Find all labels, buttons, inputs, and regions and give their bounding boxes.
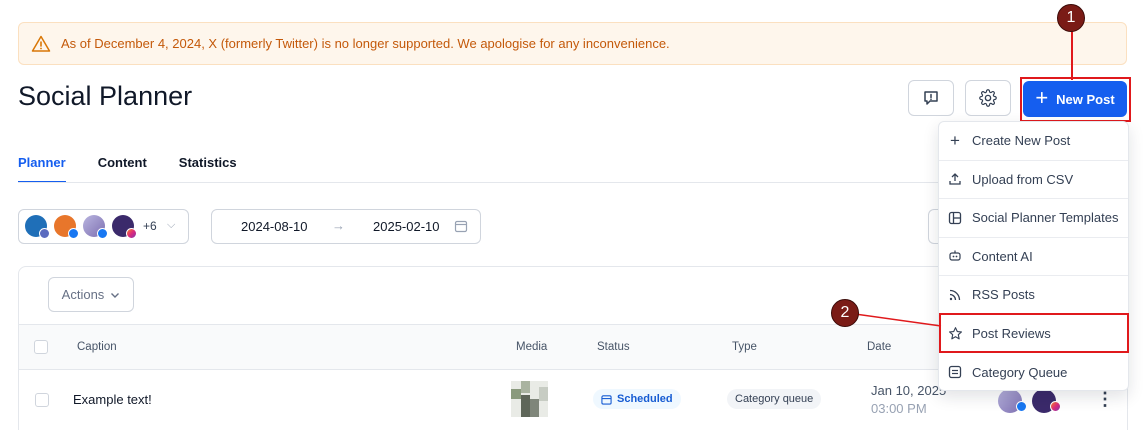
rss-icon — [947, 287, 963, 303]
menu-item-label: Category Queue — [972, 364, 1068, 380]
actions-label: Actions — [61, 287, 105, 302]
menu-item-label: Content AI — [972, 248, 1033, 264]
menu-item-rss-posts[interactable]: RSS Posts — [939, 276, 1128, 315]
date-from[interactable]: 2024-08-10 — [241, 219, 308, 234]
annotation-badge-2: 2 — [831, 299, 859, 327]
menu-item-label: RSS Posts — [972, 287, 1035, 303]
row-time: 03:00 PM — [871, 401, 927, 416]
row-date: Jan 10, 2025 — [871, 383, 947, 398]
status-label: Scheduled — [617, 393, 673, 405]
row-caption: Example text! — [73, 392, 152, 407]
menu-item-templates[interactable]: Social Planner Templates — [939, 199, 1128, 238]
calendar-icon — [601, 394, 612, 405]
highlight-post-reviews — [939, 313, 1129, 353]
menu-item-create-new-post[interactable]: + Create New Post — [939, 122, 1128, 161]
gmb-badge-icon — [39, 228, 50, 239]
menu-item-label: Upload from CSV — [972, 171, 1074, 187]
actions-dropdown[interactable]: Actions — [48, 277, 134, 312]
row-checkbox[interactable] — [35, 393, 49, 407]
column-media: Media — [516, 341, 548, 353]
instagram-badge-icon — [1050, 401, 1061, 412]
account-filter[interactable]: +6 ⌵ — [18, 209, 189, 244]
column-caption: Caption — [77, 341, 117, 353]
tab-divider — [18, 182, 938, 183]
feedback-button[interactable] — [908, 80, 954, 116]
highlight-new-post — [1020, 77, 1131, 122]
instagram-badge-icon — [126, 228, 137, 239]
tab-statistics[interactable]: Statistics — [179, 155, 237, 183]
facebook-badge-icon — [1016, 401, 1027, 412]
chevron-down-icon — [111, 292, 120, 298]
chevron-down-icon: ⌵ — [167, 219, 176, 231]
select-all-checkbox[interactable] — [34, 340, 48, 354]
more-options-icon[interactable]: ⋮ — [1096, 390, 1114, 408]
annotation-line-2 — [855, 313, 942, 327]
annotation-line-1 — [1071, 28, 1073, 80]
type-badge: Category queue — [727, 389, 822, 409]
media-thumbnail[interactable] — [511, 381, 548, 417]
deprecation-banner: As of December 4, 2024, X (formerly Twit… — [18, 22, 1127, 65]
robot-icon — [947, 248, 963, 264]
page-title: Social Planner — [18, 81, 193, 111]
facebook-badge-icon — [97, 228, 108, 239]
column-date: Date — [867, 341, 892, 353]
banner-text: As of December 4, 2024, X (formerly Twit… — [61, 36, 670, 51]
date-to[interactable]: 2025-02-10 — [373, 219, 440, 234]
gear-icon — [979, 89, 997, 107]
menu-item-upload-csv[interactable]: Upload from CSV — [939, 161, 1128, 199]
template-icon — [947, 210, 963, 226]
settings-button[interactable] — [965, 80, 1011, 116]
tab-bar: Planner Content Statistics — [18, 155, 237, 183]
queue-icon — [947, 364, 963, 380]
tab-content[interactable]: Content — [98, 155, 147, 183]
arrow-right-icon: → — [332, 218, 345, 233]
plus-icon: + — [950, 130, 960, 150]
menu-item-label: Social Planner Templates — [972, 210, 1119, 226]
tab-planner[interactable]: Planner — [18, 155, 66, 183]
calendar-icon — [454, 220, 468, 233]
date-range-picker[interactable]: 2024-08-10 → 2025-02-10 — [211, 209, 481, 244]
column-status: Status — [597, 341, 630, 353]
annotation-badge-1: 1 — [1057, 4, 1085, 32]
status-badge: Scheduled — [593, 389, 681, 409]
facebook-badge-icon — [68, 228, 79, 239]
menu-item-category-queue[interactable]: Category Queue — [939, 353, 1128, 392]
upload-icon — [947, 171, 963, 187]
menu-item-content-ai[interactable]: Content AI — [939, 238, 1128, 276]
column-type: Type — [732, 341, 757, 353]
feedback-icon — [924, 91, 938, 105]
warning-triangle-icon — [31, 35, 51, 52]
menu-item-label: Create New Post — [972, 133, 1071, 149]
extra-accounts-count: +6 — [143, 219, 157, 233]
